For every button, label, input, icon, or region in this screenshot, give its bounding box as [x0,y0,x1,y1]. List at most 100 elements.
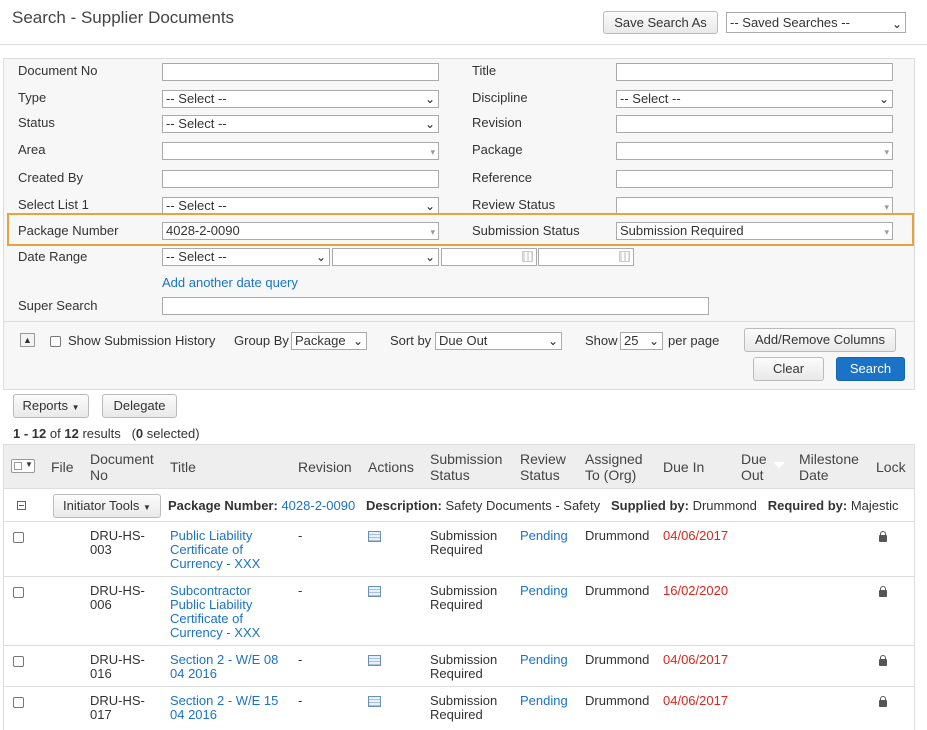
results-of: of [49,426,61,441]
calendar-icon[interactable] [619,251,630,262]
col-lock[interactable]: Lock [876,459,906,475]
table-row[interactable]: DRU-HS-006 Subcontractor Public Liabilit… [3,577,915,646]
row-checkbox[interactable] [13,697,24,708]
chevron-down-icon: ⌄ [315,250,326,264]
title-link[interactable]: Section 2 - W/E 15 04 2016 [170,694,285,722]
date-operator-select[interactable]: ⌄ [332,248,439,266]
group-by-select[interactable]: Package ⌄ [291,332,367,350]
group-package-link[interactable]: 4028-2-0090 [281,498,355,513]
title-link[interactable]: Public Liability Certificate of Currency… [170,529,280,571]
initiator-tools-label: Initiator Tools [63,498,140,513]
title-link[interactable]: Subcontractor Public Liability Certifica… [170,584,280,640]
col-milestone-date[interactable]: Milestone Date [799,451,869,483]
col-submission-status[interactable]: Submission Status [430,451,515,483]
row-checkbox[interactable] [13,532,24,543]
results-word: results [82,426,121,441]
review-status-link[interactable]: Pending [520,694,568,708]
discipline-select[interactable]: -- Select -- ⌄ [616,90,893,108]
submission-status-cell: Submission Required [430,693,498,722]
type-select[interactable]: -- Select -- ⌄ [162,90,439,108]
review-status-link[interactable]: Pending [520,653,568,667]
assigned-to-cell: Drummond [585,693,650,708]
saved-searches-value: -- Saved Searches -- [730,15,850,30]
col-review-status[interactable]: Review Status [520,451,580,483]
title-link[interactable]: Section 2 - W/E 08 04 2016 [170,653,285,681]
table-row[interactable]: DRU-HS-003 Public Liability Certificate … [3,522,915,577]
doc-no-cell: DRU-HS-017 [90,693,145,722]
grid-left-border [3,444,4,730]
revision-cell: - [298,652,303,667]
row-checkbox[interactable] [13,587,24,598]
caret-down-icon: ▼ [143,503,151,512]
reference-input[interactable] [616,170,893,188]
type-value: -- Select -- [166,91,227,106]
reports-label: Reports [22,398,68,413]
date-range-select[interactable]: -- Select -- ⌄ [162,248,330,266]
package-number-combo[interactable]: 4028-2-0090 ▾ [162,222,439,240]
col-file[interactable]: File [51,459,74,475]
area-combo[interactable]: ▾ [162,142,439,160]
triangle-up-icon: ▲ [23,335,32,345]
chevron-down-icon: ⌄ [878,92,889,106]
delegate-button[interactable]: Delegate [102,394,177,418]
title-input[interactable] [616,63,893,81]
revision-input[interactable] [616,115,893,133]
status-value: -- Select -- [166,116,227,131]
submission-status-cell: Submission Required [430,583,498,612]
date-to-input[interactable] [538,248,634,266]
combo-arrow-icon: ▾ [430,147,435,157]
status-select[interactable]: -- Select -- ⌄ [162,115,439,133]
table-row[interactable]: DRU-HS-017 Section 2 - W/E 15 04 2016 - … [3,687,915,730]
row-checkbox[interactable] [13,656,24,667]
selected-count: 0 [135,426,144,441]
date-from-input[interactable] [441,248,537,266]
show-history-checkbox[interactable] [50,336,61,347]
select-list-1-value: -- Select -- [166,198,227,213]
col-document-no[interactable]: Document No [90,451,160,483]
add-remove-columns-button[interactable]: Add/Remove Columns [744,328,896,352]
initiator-tools-button[interactable]: Initiator Tools ▼ [53,494,161,518]
created-by-label: Created By [18,170,84,185]
clear-button[interactable]: Clear [753,357,824,381]
view-document-icon[interactable] [368,531,381,542]
save-search-as-button[interactable]: Save Search As [603,11,718,34]
col-actions[interactable]: Actions [368,459,414,475]
package-combo[interactable]: ▾ [616,142,893,160]
per-page-label: per page [668,333,720,348]
combo-arrow-icon: ▾ [430,227,435,237]
document-no-input[interactable] [162,63,439,81]
due-in-cell: 04/06/2017 [663,693,729,708]
view-document-icon[interactable] [368,655,381,666]
created-by-input[interactable] [162,170,439,188]
review-status-link[interactable]: Pending [520,584,568,598]
super-search-input[interactable] [162,297,709,315]
col-revision[interactable]: Revision [298,459,352,475]
reports-button[interactable]: Reports ▼ [13,394,89,418]
chevron-down-icon: ⌄ [424,250,435,264]
col-assigned-to[interactable]: Assigned To (Org) [585,451,655,483]
saved-searches-select[interactable]: -- Saved Searches -- ⌄ [726,12,906,33]
collapse-toggle[interactable]: ▲ [20,333,35,347]
super-search-label: Super Search [18,298,98,313]
search-button[interactable]: Search [836,357,905,381]
group-supplied-by-value: Drummond [692,498,757,513]
add-date-query-link[interactable]: Add another date query [162,275,298,290]
lock-icon [879,586,887,597]
revision-cell: - [298,693,303,708]
col-due-out[interactable]: Due Out [741,451,776,483]
page-size-select[interactable]: 25 ⌄ [620,332,663,350]
view-document-icon[interactable] [368,586,381,597]
col-title[interactable]: Title [170,459,196,475]
table-row[interactable]: DRU-HS-016 Section 2 - W/E 08 04 2016 - … [3,646,915,687]
select-all-dropdown[interactable]: ▼ [11,459,35,473]
review-status-link[interactable]: Pending [520,529,568,543]
sort-by-select[interactable]: Due Out ⌄ [435,332,562,350]
view-document-icon[interactable] [368,696,381,707]
chevron-down-icon: ⌄ [648,334,659,348]
calendar-icon[interactable] [522,251,533,262]
collapse-group-icon[interactable] [17,501,26,510]
submission-status-combo[interactable]: Submission Required ▾ [616,222,893,240]
chevron-down-icon: ⌄ [424,199,435,213]
col-due-in[interactable]: Due In [663,459,704,475]
group-supplied-by-label: Supplied by: [610,498,689,513]
